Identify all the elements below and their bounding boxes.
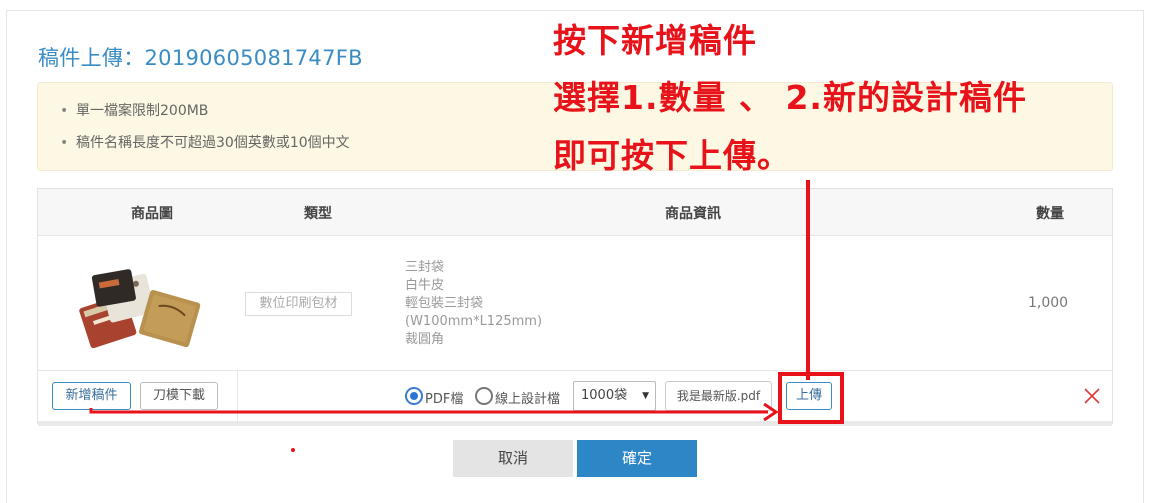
notice-item: 單一檔案限制200MB — [60, 100, 350, 132]
info-line: 裁圓角 — [405, 332, 445, 347]
action-row: 新增稿件 刀模下載 PDF檔 線上設計檔 1000袋 ▼ 我是最新版.pdf 上… — [38, 370, 1112, 426]
header-type: 類型 — [304, 206, 332, 222]
divider — [237, 371, 238, 426]
radio-online-design[interactable] — [475, 387, 493, 405]
product-info: 三封袋 白牛皮 輕包裝三封袋 (W100mm*L125mm) 裁圓角 — [405, 259, 542, 349]
chevron-down-icon: ▼ — [642, 391, 649, 401]
row-footer-bar — [38, 421, 1112, 426]
confirm-button[interactable]: 確定 — [577, 440, 697, 477]
annotation-line: 選擇1.數量 、 2.新的設計稿件 — [553, 78, 1027, 117]
die-download-button[interactable]: 刀模下載 — [140, 382, 218, 410]
table-header: 商品圖 類型 商品資訊 數量 — [38, 189, 1112, 236]
radio-pdf[interactable] — [405, 387, 423, 405]
notice-list: 單一檔案限制200MB 稿件名稱長度不可超過30個英數或10個中文 — [60, 100, 350, 164]
quantity-select[interactable]: 1000袋 ▼ — [573, 381, 656, 411]
close-icon[interactable] — [1082, 386, 1102, 406]
annotation-line: 按下新增稿件 — [553, 21, 757, 60]
product-image — [79, 269, 201, 349]
header-image: 商品圖 — [131, 206, 173, 222]
type-tag: 數位印刷包材 — [245, 292, 352, 316]
quantity-select-value: 1000袋 — [581, 388, 628, 403]
info-line: (W100mm*L125mm) — [405, 314, 543, 329]
cancel-button[interactable]: 取消 — [453, 440, 573, 477]
file-select-button[interactable]: 我是最新版.pdf — [665, 381, 772, 411]
notice-item: 稿件名稱長度不可超過30個英數或10個中文 — [60, 132, 350, 164]
page-title: 稿件上傳：20190605081747FB — [38, 46, 363, 70]
add-draft-button[interactable]: 新增稿件 — [52, 382, 131, 410]
header-quantity: 數量 — [1036, 206, 1064, 222]
order-table: 商品圖 類型 商品資訊 數量 數位印刷包材 三封袋 白牛皮 輕包裝三封袋 (W1… — [37, 188, 1113, 426]
radio-pdf-label[interactable]: PDF檔 — [425, 388, 463, 407]
header-info: 商品資訊 — [665, 206, 721, 222]
quantity-value: 1,000 — [1028, 295, 1069, 311]
info-line: 輕包裝三封袋 — [405, 296, 484, 311]
radio-online-label[interactable]: 線上設計檔 — [495, 388, 560, 407]
info-line: 三封袋 — [405, 260, 445, 275]
annotation-line: 即可按下上傳。 — [553, 136, 791, 175]
upload-button[interactable]: 上傳 — [786, 382, 832, 410]
info-line: 白牛皮 — [405, 278, 445, 293]
